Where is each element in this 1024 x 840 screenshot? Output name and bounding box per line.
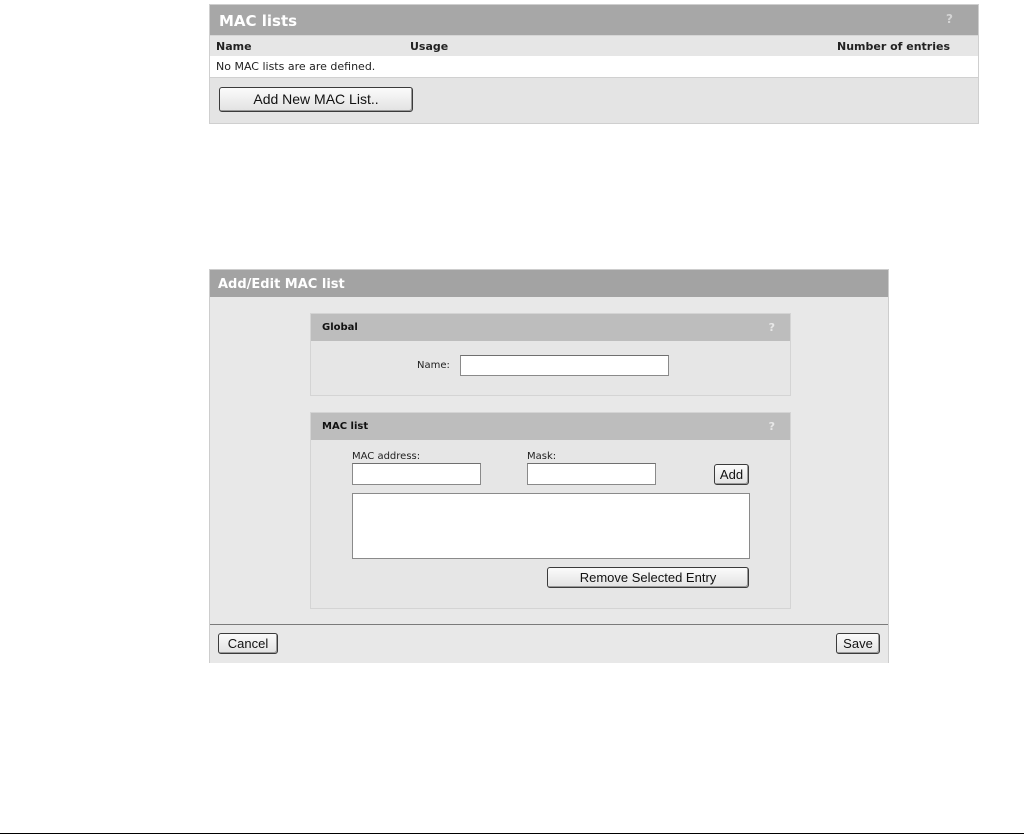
dialog-titlebar: Add/Edit MAC list <box>210 270 888 297</box>
bottom-rule <box>0 833 1024 834</box>
add-new-mac-list-button[interactable]: Add New MAC List.. <box>219 87 413 112</box>
mask-label: Mask: <box>527 451 557 462</box>
empty-list-row: No MAC lists are are defined. <box>210 56 978 78</box>
mac-address-label: MAC address: <box>352 451 421 462</box>
column-header-name: Name <box>216 40 252 53</box>
cancel-button[interactable]: Cancel <box>218 633 278 654</box>
help-icon[interactable]: ? <box>769 321 775 334</box>
mac-lists-title: MAC lists <box>219 12 298 30</box>
mac-list-section-header: MAC list ? <box>311 413 790 440</box>
dialog-footer: Cancel Save <box>210 624 888 663</box>
dialog-title: Add/Edit MAC list <box>218 277 345 292</box>
mac-list-section-title: MAC list <box>322 421 369 432</box>
mac-entries-listbox[interactable] <box>352 493 750 559</box>
help-icon[interactable]: ? <box>946 12 953 26</box>
global-section: Global ? Name: <box>310 313 791 396</box>
mac-lists-panel: MAC lists ? Name Usage Number of entries… <box>209 4 979 124</box>
add-mac-entry-button[interactable]: Add <box>714 464 749 485</box>
remove-selected-entry-button[interactable]: Remove Selected Entry <box>547 567 749 588</box>
empty-list-message: No MAC lists are are defined. <box>216 60 376 73</box>
mac-lists-titlebar: MAC lists ? <box>210 5 978 36</box>
mac-address-field[interactable] <box>352 463 481 485</box>
column-header-number-of-entries: Number of entries <box>836 40 950 53</box>
mac-lists-column-headers: Name Usage Number of entries <box>210 36 978 56</box>
column-header-usage: Usage <box>410 40 449 53</box>
name-label: Name: <box>417 360 450 371</box>
name-field[interactable] <box>460 355 669 376</box>
save-button[interactable]: Save <box>836 633 880 654</box>
help-icon[interactable]: ? <box>769 420 775 433</box>
add-edit-mac-list-dialog: Add/Edit MAC list Global ? Name: MAC lis… <box>209 269 889 663</box>
mac-list-section: MAC list ? MAC address: Mask: Add Remove… <box>310 412 791 609</box>
global-section-header: Global ? <box>311 314 790 341</box>
global-section-title: Global <box>322 322 358 333</box>
mask-field[interactable] <box>527 463 656 485</box>
